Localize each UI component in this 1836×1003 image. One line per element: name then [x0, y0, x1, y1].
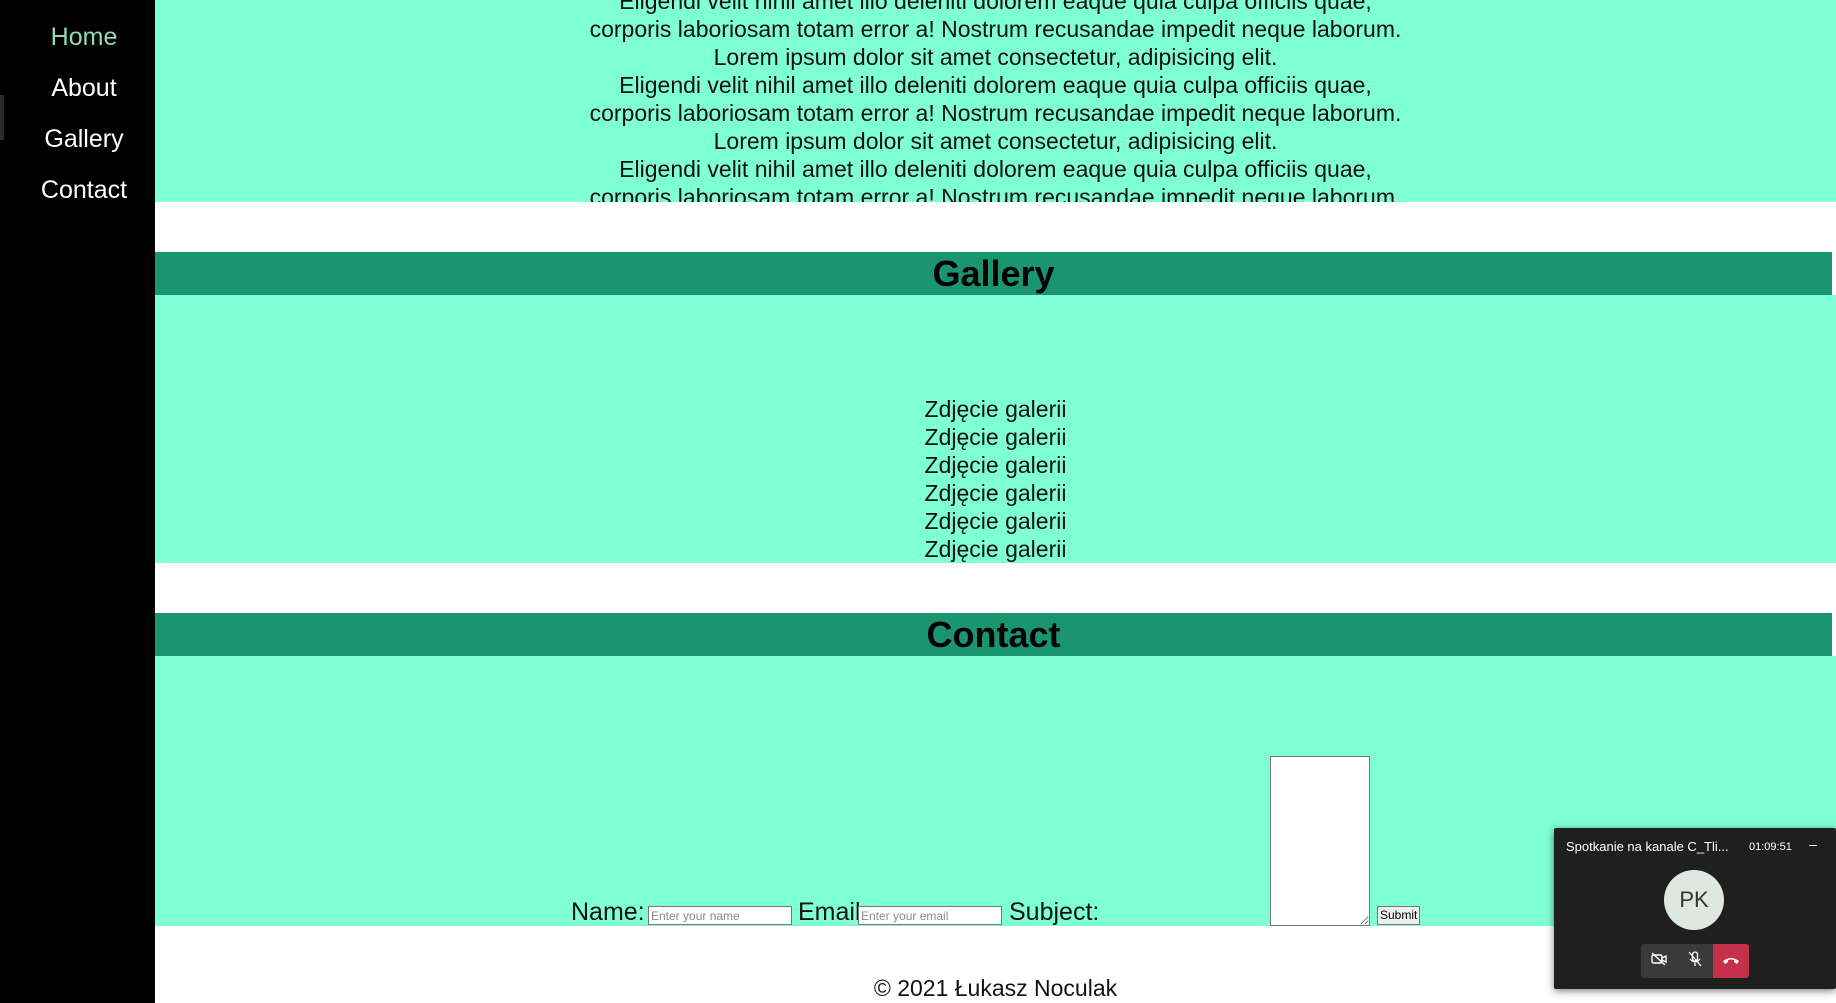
nav-home-link[interactable]: Home [0, 23, 168, 52]
sidebar-nav: Home About Gallery Contact [0, 0, 155, 1003]
meeting-popup[interactable]: Spotkanie na kanale C_Tli... 01:09:51 – … [1554, 828, 1836, 989]
hang-up-icon [1722, 952, 1740, 970]
gallery-list: Zdjęcie galerii Zdjęcie galerii Zdjęcie … [155, 395, 1836, 563]
nav-gallery-link[interactable]: Gallery [0, 125, 168, 154]
about-line: Lorem ipsum dolor sit amet consectetur, … [713, 128, 1278, 154]
gallery-heading: Gallery [155, 252, 1832, 295]
about-line: Eligendi velit nihil amet illo deleniti … [619, 72, 1372, 98]
gallery-item: Zdjęcie galerii [924, 396, 1067, 422]
about-line: corporis laboriosam totam error a! Nostr… [589, 16, 1402, 42]
gallery-item: Zdjęcie galerii [924, 424, 1067, 450]
gallery-item: Zdjęcie galerii [924, 536, 1067, 562]
gallery-item: Zdjęcie galerii [924, 452, 1067, 478]
camera-toggle-button[interactable] [1641, 944, 1677, 978]
contact-heading: Contact [155, 613, 1832, 656]
camera-off-icon [1651, 951, 1667, 971]
about-line: Eligendi velit nihil amet illo deleniti … [619, 156, 1372, 182]
subject-textarea[interactable] [1270, 756, 1370, 926]
minimize-button[interactable]: – [1806, 836, 1820, 852]
gallery-section-body: Zdjęcie galerii Zdjęcie galerii Zdjęcie … [155, 295, 1836, 563]
about-line: corporis laboriosam totam error a! Nostr… [589, 100, 1402, 126]
about-line: Lorem ipsum dolor sit amet consectetur, … [713, 44, 1278, 70]
nav-about-link[interactable]: About [0, 74, 168, 103]
meeting-timer: 01:09:51 [1749, 841, 1792, 853]
about-line: corporis laboriosam totam error a! Nostr… [589, 184, 1402, 202]
nav-contact-link[interactable]: Contact [0, 176, 168, 205]
name-label: Name: [571, 898, 645, 926]
name-input[interactable] [648, 906, 792, 925]
about-line: Eligendi velit nihil amet illo deleniti … [619, 0, 1372, 14]
gallery-item: Zdjęcie galerii [924, 508, 1067, 534]
about-section-body: Eligendi velit nihil amet illo deleniti … [155, 0, 1836, 202]
about-text-block: Eligendi velit nihil amet illo deleniti … [155, 0, 1836, 202]
gallery-item: Zdjęcie galerii [924, 480, 1067, 506]
hang-up-button[interactable] [1713, 944, 1749, 978]
email-input[interactable] [858, 906, 1002, 925]
avatar: PK [1664, 870, 1724, 930]
mic-toggle-button[interactable] [1677, 944, 1713, 978]
submit-button[interactable]: Submit [1377, 906, 1421, 925]
mic-off-icon [1688, 950, 1702, 972]
meeting-title: Spotkanie na kanale C_Tli... [1566, 839, 1729, 854]
subject-label: Subject: [1009, 898, 1100, 926]
